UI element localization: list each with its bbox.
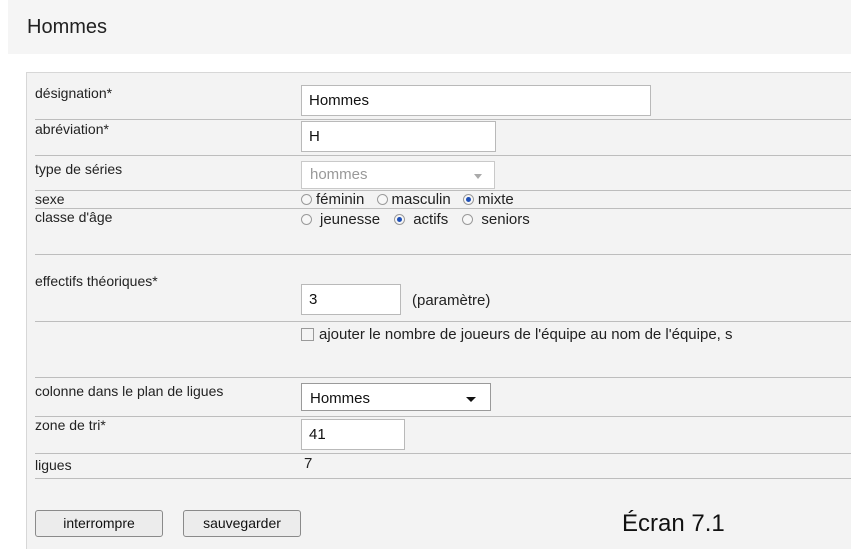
effectifs-label: effectifs théoriques* — [35, 273, 158, 289]
checkbox-icon[interactable] — [301, 328, 314, 341]
sexe-option-label: masculin — [391, 191, 451, 208]
radio-checked-icon[interactable] — [462, 194, 474, 205]
classe-age-option-actifs[interactable]: actifs — [394, 211, 448, 228]
sexe-radio-group: féminin masculin mixte — [301, 191, 522, 208]
classe-age-option-label: seniors — [481, 211, 530, 228]
type-series-label: type de séries — [35, 161, 123, 177]
designation-label: désignation* — [35, 85, 113, 101]
designation-input[interactable]: Hommes — [301, 85, 651, 116]
colonne-value: Hommes — [310, 390, 371, 407]
classe-age-label: classe d'âge — [35, 209, 113, 225]
ligues-label: ligues — [35, 457, 72, 473]
sexe-option-mixte[interactable]: mixte — [462, 191, 514, 208]
type-series-select: hommes — [301, 161, 495, 189]
colonne-label: colonne dans le plan de ligues — [35, 383, 224, 399]
row-sexe: sexe féminin masculin mixte — [35, 190, 851, 209]
ajouter-label: ajouter le nombre de joueurs de l'équipe… — [319, 326, 733, 343]
radio-icon[interactable] — [301, 214, 312, 225]
row-designation: désignation* Hommes — [35, 83, 851, 120]
form-panel: désignation* Hommes abréviation* H type … — [26, 72, 851, 549]
row-effectifs: effectifs théoriques* 3 (paramètre) — [35, 254, 851, 322]
sauvegarder-button[interactable]: sauvegarder — [183, 510, 301, 537]
effectifs-note: (paramètre) — [412, 292, 491, 309]
classe-age-option-seniors[interactable]: seniors — [462, 211, 530, 228]
zone-tri-input[interactable]: 41 — [301, 419, 405, 450]
radio-icon[interactable] — [301, 194, 312, 205]
sexe-option-label: mixte — [477, 191, 514, 208]
classe-age-option-label: jeunesse — [320, 211, 381, 228]
radio-icon[interactable] — [376, 194, 388, 205]
colonne-select[interactable]: Hommes — [301, 383, 491, 411]
type-series-value: hommes — [310, 166, 368, 183]
effectifs-input[interactable]: 3 — [301, 284, 401, 315]
sexe-option-feminin[interactable]: féminin — [301, 191, 364, 208]
row-type-series: type de séries hommes — [35, 155, 851, 191]
interrompre-button[interactable]: interrompre — [35, 510, 163, 537]
row-ajouter: ajouter le nombre de joueurs de l'équipe… — [35, 320, 851, 378]
row-ligues: ligues 7 — [35, 453, 851, 479]
row-classe-age: classe d'âge jeunesse actifs seniors — [35, 208, 851, 255]
abreviation-label: abréviation* — [35, 121, 109, 137]
row-abreviation: abréviation* H — [35, 119, 851, 156]
zone-tri-label: zone de tri* — [35, 417, 106, 433]
sexe-option-masculin[interactable]: masculin — [376, 191, 451, 208]
chevron-down-icon — [474, 174, 482, 179]
screen-caption: Écran 7.1 — [622, 510, 725, 537]
row-colonne: colonne dans le plan de ligues Hommes — [35, 377, 851, 417]
sexe-option-label: féminin — [316, 191, 365, 208]
chevron-down-icon — [466, 397, 476, 402]
row-zone-tri: zone de tri* 41 — [35, 415, 851, 454]
classe-age-option-label: actifs — [413, 211, 449, 228]
ligues-value: 7 — [304, 455, 313, 472]
ajouter-checkbox-group[interactable]: ajouter le nombre de joueurs de l'équipe… — [301, 326, 733, 343]
radio-checked-icon[interactable] — [394, 214, 406, 225]
classe-age-option-jeunesse[interactable]: jeunesse — [301, 211, 380, 228]
page-title: Hommes — [8, 0, 851, 54]
abreviation-input[interactable]: H — [301, 121, 496, 152]
radio-icon[interactable] — [462, 214, 474, 225]
classe-age-radio-group: jeunesse actifs seniors — [301, 211, 538, 228]
sexe-label: sexe — [35, 191, 65, 207]
